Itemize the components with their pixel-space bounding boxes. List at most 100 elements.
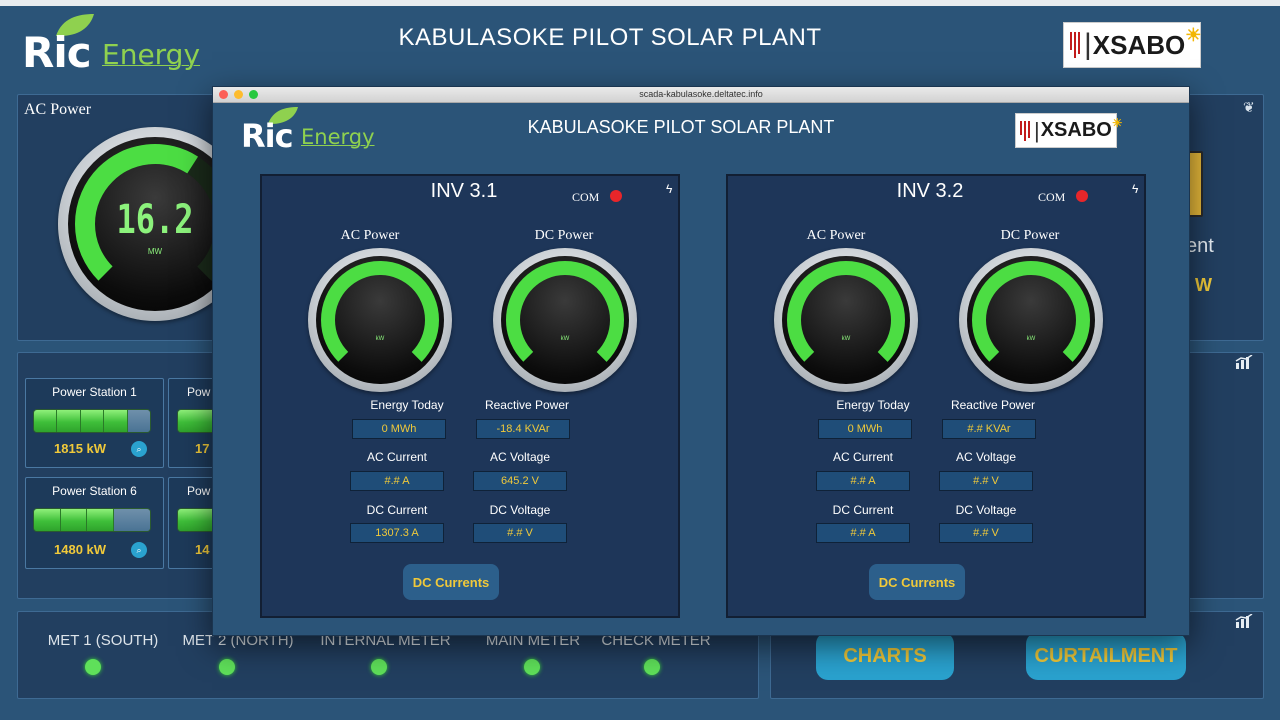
ac-power-label: AC Power [24, 101, 92, 118]
sun-icon: ☀ [1111, 115, 1123, 130]
ac-current-label: AC Current [832, 450, 894, 464]
logo-energy-text: Energy [102, 38, 201, 71]
inverter-panel-3-2: INV 3.2 COM ϟ AC Power DC Power kW kW En… [726, 174, 1146, 618]
logo-ric-text: Ric [22, 28, 92, 77]
ac-voltage-label: AC Voltage [955, 450, 1017, 464]
ac-current-label: AC Current [366, 450, 428, 464]
com-status-dot [1076, 190, 1088, 202]
station-value: 14 [195, 542, 210, 557]
dc-current-value: #.# A [816, 523, 910, 543]
dc-currents-button[interactable]: DC Currents [403, 564, 499, 600]
inner-partner-logo: | XSABO ☀ [1015, 113, 1123, 148]
ac-power-value: 16.2 [116, 197, 194, 243]
inverter-title: INV 3.1 [430, 180, 498, 202]
close-window-button[interactable] [219, 90, 228, 99]
gauge-unit: kW [841, 336, 851, 342]
reactive-power-value: -18.4 KVAr [476, 419, 570, 439]
ac-current-value: #.# A [350, 471, 444, 491]
ac-power-gauge-label: AC Power [340, 228, 400, 243]
dc-voltage-label: DC Voltage [489, 503, 551, 517]
reactive-power-value: #.# KVAr [942, 419, 1036, 439]
page-title: KABULASOKE PILOT SOLAR PLANT [398, 24, 822, 51]
station-name: Pow [187, 385, 211, 399]
energy-today-label: Energy Today [836, 398, 910, 412]
right-partial-label: ent [1186, 235, 1214, 257]
ac-voltage-value: 645.2 V [473, 471, 567, 491]
chart-icon[interactable] [1235, 613, 1253, 633]
dc-currents-button[interactable]: DC Currents [869, 564, 965, 600]
partner-logo: | XSABO ☀ [1063, 22, 1201, 68]
ac-voltage-label: AC Voltage [489, 450, 551, 464]
search-icon[interactable]: ⌕ [131, 542, 147, 558]
station-bar [33, 508, 151, 532]
top-strip [0, 0, 1280, 6]
reactive-power-label: Reactive Power [484, 398, 570, 412]
ac-power-gauge: kW [308, 248, 452, 392]
gauge-unit: kW [560, 336, 570, 342]
logo-energy-text: Energy [301, 125, 375, 149]
inverter-panel-3-1: INV 3.1 COM ϟ AC Power DC Power kW kW En… [260, 174, 680, 618]
dc-power-gauge: kW [959, 248, 1103, 392]
energy-today-value: 0 MWh [352, 419, 446, 439]
ac-current-value: #.# A [816, 471, 910, 491]
dc-current-label: DC Current [832, 503, 894, 517]
browser-window: scada-kabulasoke.deltatec.info Ric Energ… [212, 86, 1190, 636]
dc-power-gauge-label: DC Power [1000, 228, 1060, 243]
meter-status-dot [524, 659, 540, 675]
gauge-unit: kW [375, 336, 385, 342]
ac-voltage-value: #.# V [939, 471, 1033, 491]
dc-power-gauge: kW [493, 248, 637, 392]
ac-power-panel: AC Power 16.2 MW [17, 94, 252, 341]
meter-status-dot [219, 659, 235, 675]
station-card[interactable]: Power Station 1 1815 kW ⌕ [25, 378, 164, 468]
station-name: Power Station 6 [52, 484, 137, 498]
meter-status-dot [644, 659, 660, 675]
right-partial-unit: W [1195, 275, 1212, 295]
lightning-icon: ϟ [666, 182, 673, 196]
dc-voltage-label: DC Voltage [955, 503, 1017, 517]
energy-today-value: 0 MWh [818, 419, 912, 439]
meter-status-dot [85, 659, 101, 675]
inverter-title: INV 3.2 [896, 180, 964, 202]
station-name: Pow [187, 484, 211, 498]
company-logo: Ric Energy [22, 12, 200, 77]
search-icon[interactable]: ⌕ [131, 441, 147, 457]
minimize-window-button[interactable] [234, 90, 243, 99]
inner-company-logo: Ric Energy [241, 105, 381, 155]
chart-icon[interactable] [1235, 354, 1253, 374]
reactive-power-label: Reactive Power [950, 398, 1036, 412]
charts-button[interactable]: CHARTS [816, 632, 954, 680]
inner-page-title: KABULASOKE PILOT SOLAR PLANT [527, 117, 835, 137]
leaf-icon: ❦ [1243, 99, 1255, 115]
partner-logo-text: XSABO [1092, 29, 1186, 60]
energy-today-label: Energy Today [370, 398, 444, 412]
station-card[interactable]: Power Station 6 1480 kW ⌕ [25, 477, 164, 569]
window-titlebar[interactable]: scada-kabulasoke.deltatec.info [213, 87, 1189, 103]
com-status-label: COM [572, 190, 600, 204]
dc-voltage-value: #.# V [939, 523, 1033, 543]
meter-status-dot [371, 659, 387, 675]
com-status-dot [610, 190, 622, 202]
dc-current-label: DC Current [366, 503, 428, 517]
partner-logo-text: XSABO [1040, 119, 1112, 141]
dc-current-value: 1307.3 A [350, 523, 444, 543]
curtailment-button[interactable]: CURTAILMENT [1026, 632, 1186, 680]
station-name: Power Station 1 [52, 385, 137, 399]
station-value: 1815 kW [54, 441, 107, 456]
dc-voltage-value: #.# V [473, 523, 567, 543]
ac-power-gauge-label: AC Power [806, 228, 866, 243]
meter-label: MET 1 (SOUTH) [47, 632, 159, 649]
logo-ric-text: Ric [241, 117, 294, 155]
station-bar [33, 409, 151, 433]
window-url: scada-kabulasoke.deltatec.info [639, 89, 763, 99]
station-value: 1480 kW [54, 542, 107, 557]
com-status-label: COM [1038, 190, 1066, 204]
sun-icon: ☀ [1185, 24, 1202, 45]
maximize-window-button[interactable] [249, 90, 258, 99]
dc-power-gauge-label: DC Power [534, 228, 594, 243]
ac-power-gauge: kW [774, 248, 918, 392]
lightning-icon: ϟ [1132, 182, 1139, 196]
station-value: 17 [195, 441, 210, 456]
power-stations-panel: Power Station 1 1815 kW ⌕ Pow 17 Power S… [17, 352, 230, 599]
gauge-unit: kW [1026, 336, 1036, 342]
